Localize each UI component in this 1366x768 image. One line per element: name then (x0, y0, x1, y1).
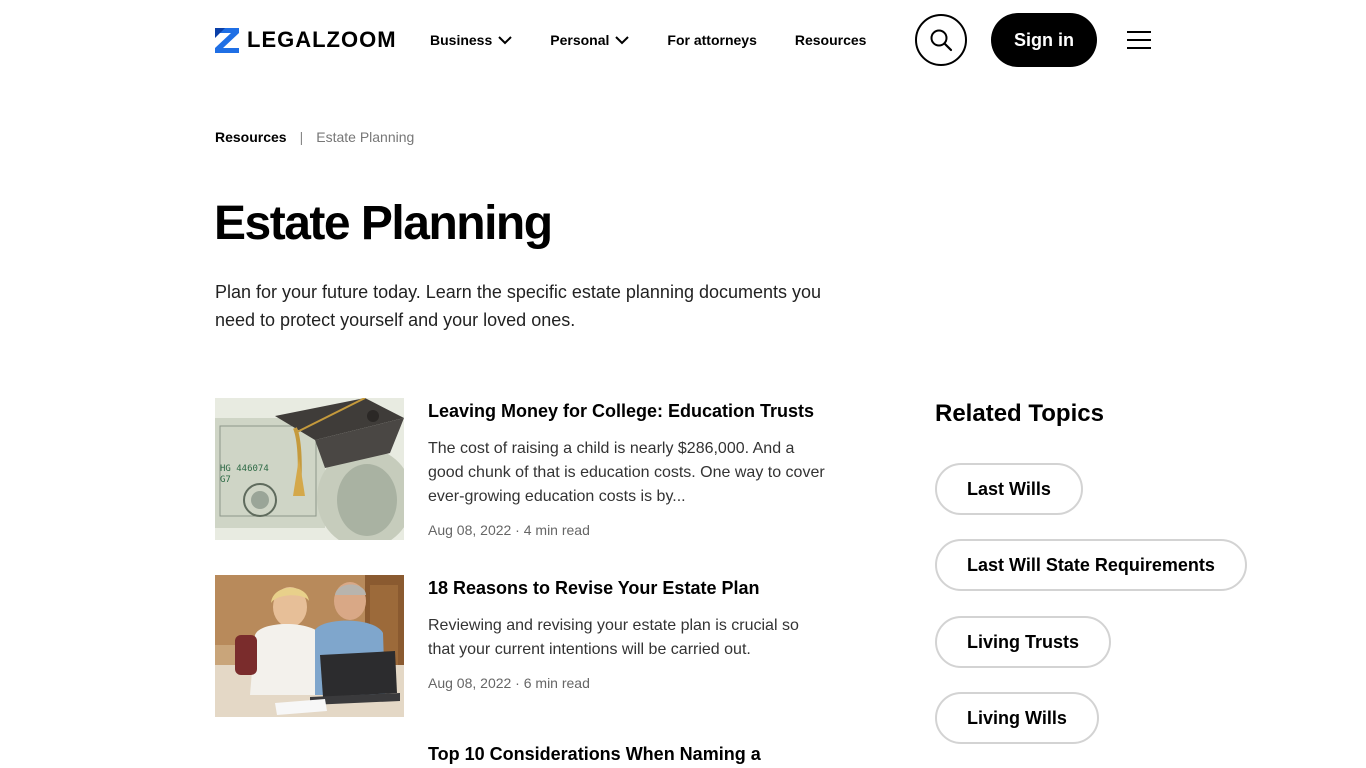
legalzoom-logo-icon (215, 27, 239, 53)
article-body: Leaving Money for College: Education Tru… (428, 398, 828, 538)
breadcrumb-resources-link[interactable]: Resources (215, 129, 287, 145)
article-excerpt: The cost of raising a child is nearly $2… (428, 440, 825, 505)
article-meta: Aug 08, 2022 · 6 min read (428, 675, 590, 691)
main-nav: Business Personal For attorneys Resource… (430, 30, 904, 50)
chevron-down-icon (615, 36, 630, 45)
breadcrumb-current: Estate Planning (316, 129, 415, 145)
article-thumbnail-graduation-money[interactable]: HG 446074 G7 (215, 398, 404, 540)
article-title-link[interactable]: Leaving Money for College: Education Tru… (428, 398, 828, 424)
article-body: 18 Reasons to Revise Your Estate Plan Re… (428, 575, 828, 691)
article-thumbnail-couple-laptop[interactable] (215, 575, 404, 717)
chevron-down-icon (498, 36, 512, 45)
topic-pill-last-will-state-requirements[interactable]: Last Will State Requirements (935, 539, 1247, 591)
article-title-link[interactable]: Top 10 Considerations When Naming a (428, 741, 828, 767)
search-icon (930, 29, 953, 52)
page: LEGALZOOM Business Personal For attorney… (0, 0, 1366, 768)
nav-business-label: Business (430, 32, 493, 48)
logo[interactable]: LEGALZOOM (215, 27, 397, 53)
nav-for-attorneys[interactable]: For attorneys (667, 30, 756, 50)
breadcrumb-separator: | (299, 129, 304, 145)
site-header: LEGALZOOM Business Personal For attorney… (0, 0, 1366, 80)
topic-pill-last-wills[interactable]: Last Wills (935, 463, 1083, 515)
svg-text:G7: G7 (220, 475, 231, 485)
page-title: Estate Planning (214, 197, 553, 250)
nav-resources[interactable]: Resources (795, 30, 867, 50)
couple-reviewing-laptop-image (215, 575, 404, 717)
nav-resources-label: Resources (794, 32, 867, 48)
article-body: Top 10 Considerations When Naming a (428, 741, 828, 767)
logo-text: LEGALZOOM (247, 27, 397, 52)
nav-business[interactable]: Business (430, 30, 512, 50)
sign-in-button[interactable]: Sign in (991, 13, 1097, 67)
hamburger-menu-icon[interactable] (1126, 28, 1152, 52)
topic-pill-living-wills[interactable]: Living Wills (935, 692, 1099, 744)
graduation-cap-money-image: HG 446074 G7 (215, 398, 404, 540)
nav-for-attorneys-label: For attorneys (667, 32, 757, 48)
article-title-link[interactable]: 18 Reasons to Revise Your Estate Plan (428, 575, 828, 601)
related-topics-heading: Related Topics (935, 400, 1104, 427)
breadcrumb: Resources | Estate Planning (215, 129, 414, 145)
search-button[interactable] (915, 14, 967, 66)
page-description: Plan for your future today. Learn the sp… (215, 282, 822, 330)
nav-personal[interactable]: Personal (550, 30, 630, 50)
topic-pill-living-trusts[interactable]: Living Trusts (935, 616, 1112, 668)
nav-personal-label: Personal (550, 32, 610, 48)
svg-text:HG 446074: HG 446074 (220, 464, 269, 474)
article-meta: Aug 08, 2022 · 4 min read (428, 522, 590, 538)
article-excerpt: Reviewing and revising your estate plan … (428, 617, 799, 658)
